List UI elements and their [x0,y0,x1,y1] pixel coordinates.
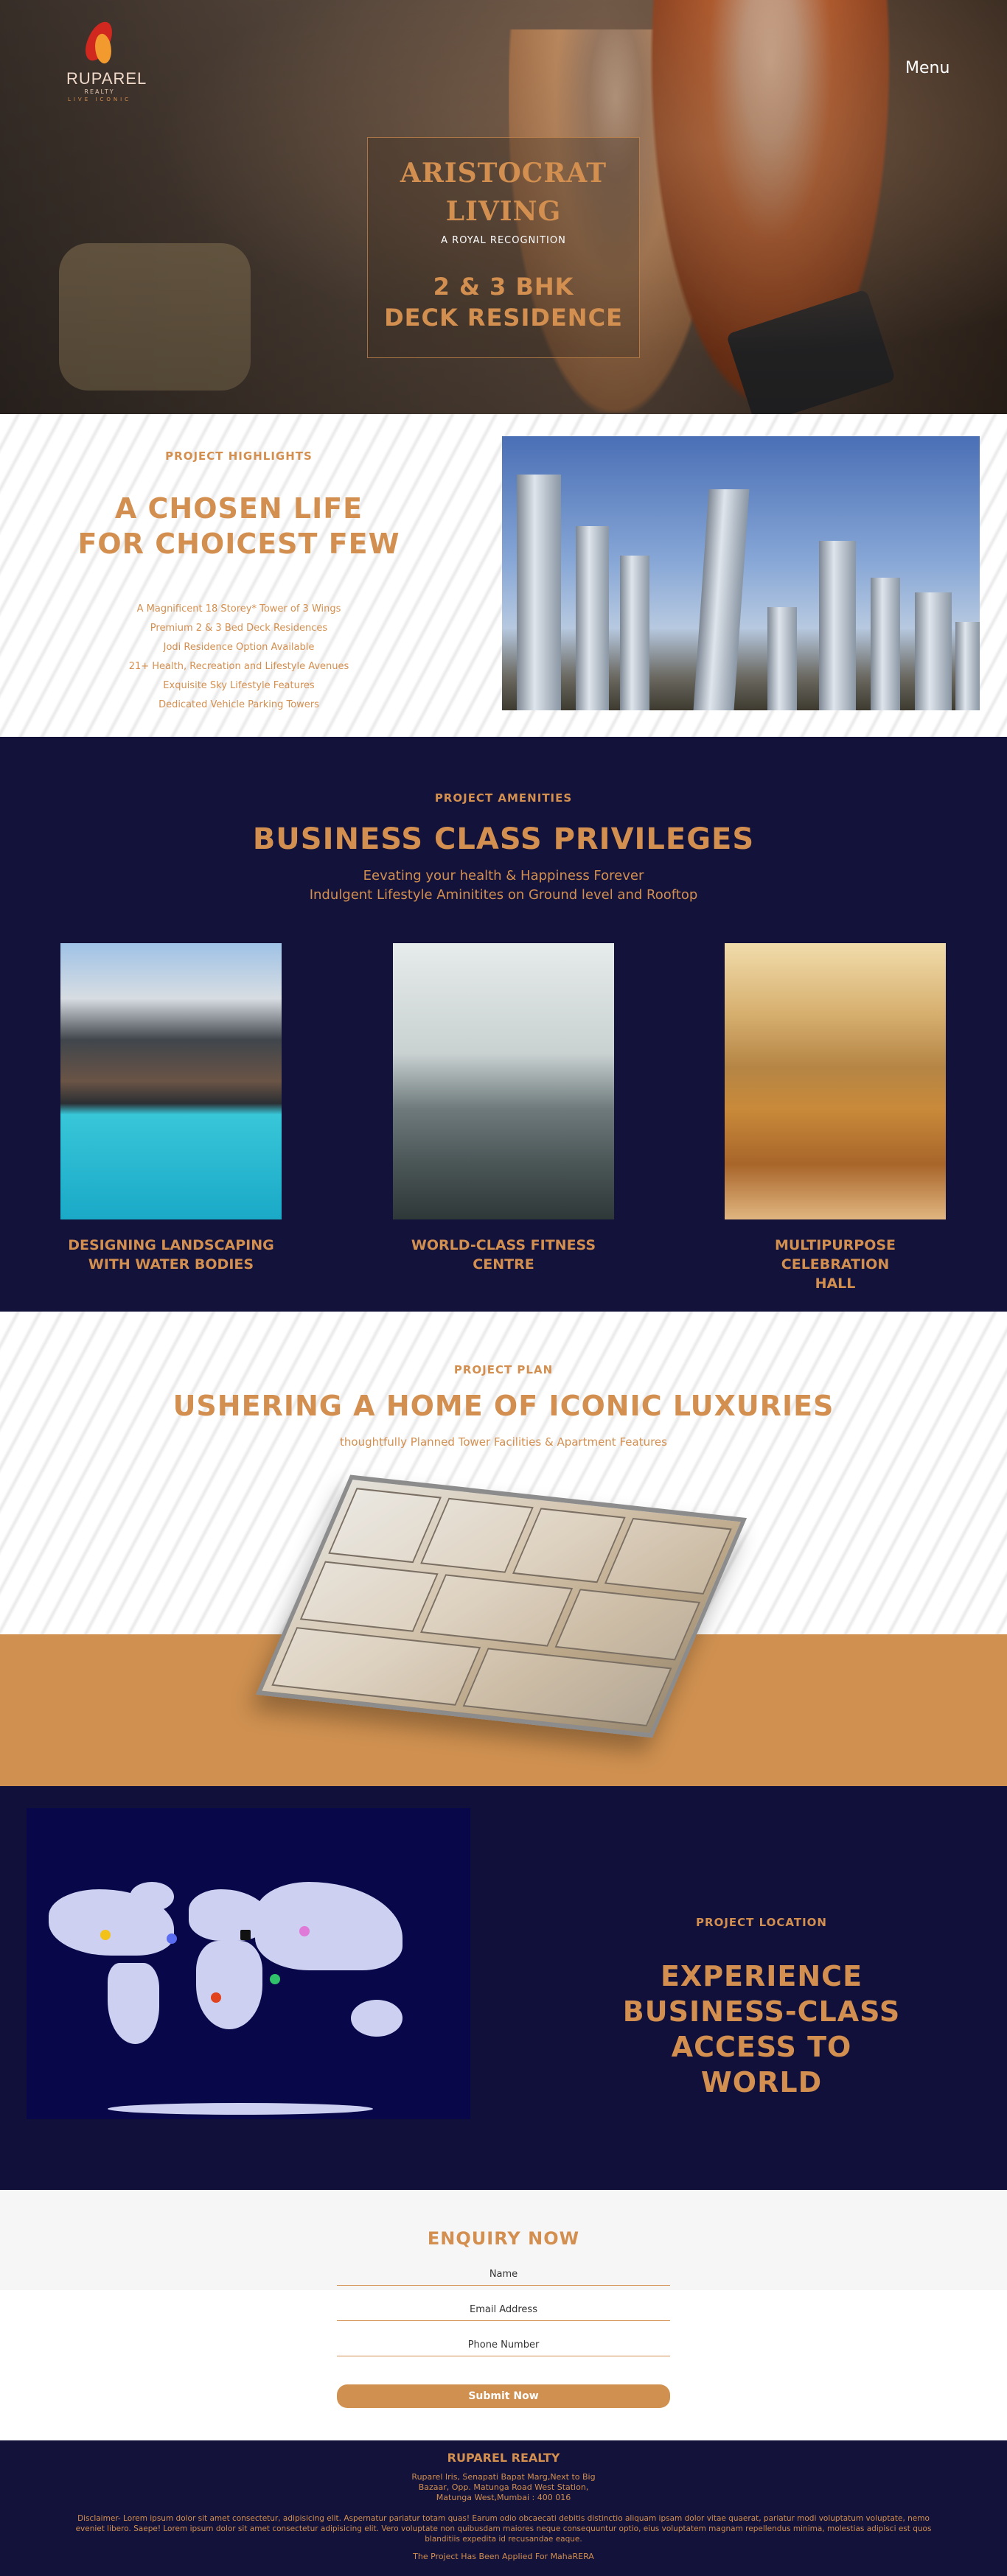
address-line: Matunga West,Mumbai : 400 016 [436,2493,571,2502]
amenity-card-fitness[interactable]: WORLD-CLASS FITNESS CENTRE [393,943,614,1274]
amenity-card-celebration-hall[interactable]: MULTIPURPOSE CELEBRATION HALL [725,943,946,1293]
flame-logo-icon [82,18,116,66]
amenity-title: WORLD-CLASS FITNESS CENTRE [393,1236,614,1274]
amenity-card-landscaping[interactable]: DESIGNING LANDSCAPING WITH WATER BODIES [60,943,282,1274]
amenity-title-line: DESIGNING LANDSCAPING [68,1237,274,1253]
brand-tagline: LIVE ICONIC [67,97,132,102]
submit-button[interactable]: Submit Now [337,2384,670,2408]
plan-section: PROJECT PLAN USHERING A HOME OF ICONIC L… [0,1312,1007,1786]
map-pin-icon[interactable] [299,1926,310,1936]
map-pin-icon[interactable] [211,1992,221,2003]
plan-subtitle: thoughtfully Planned Tower Facilities & … [340,1435,667,1449]
amenities-subtitle-2: Indulgent Lifestyle Aminitites on Ground… [309,887,698,903]
amenity-title-line: WITH WATER BODIES [88,1256,254,1273]
highlights-eyebrow: PROJECT HIGHLIGHTS [165,449,313,463]
amenities-subtitle-1: Eevating your health & Happiness Forever [363,868,644,883]
landscaping-image [60,943,282,1219]
highlights-title-line2: FOR CHOICEST FEW [77,528,400,560]
menu-button[interactable]: Menu [905,59,949,77]
brand-logo[interactable]: RUPAREL REALTY LIVE ICONIC [66,18,147,116]
address-line: Bazaar, Opp. Matunga Road West Station, [418,2482,589,2492]
hero-title-line2: LIVING [445,196,562,227]
skyline-image [502,436,980,710]
amenity-title-line: MULTIPURPOSE CELEBRATION [774,1237,896,1273]
highlight-item: Jodi Residence Option Available [163,642,315,653]
footer-address: Ruparel Iris, Senapati Bapat Marg,Next t… [0,2472,1007,2503]
location-title-line2: BUSINESS-CLASS [622,1995,901,2028]
home-icon[interactable] [240,1930,251,1940]
footer-rera-note: The Project Has Been Applied For MahaRER… [413,2552,594,2561]
plan-eyebrow: PROJECT PLAN [453,1363,554,1376]
amenity-title: DESIGNING LANDSCAPING WITH WATER BODIES [60,1236,282,1274]
celebration-hall-image [725,943,946,1219]
highlights-text: PROJECT HIGHLIGHTS A CHOSEN LIFE FOR CHO… [0,414,478,715]
amenity-title: MULTIPURPOSE CELEBRATION HALL [725,1236,946,1293]
hero-offer-line2: DECK RESIDENCE [384,304,623,332]
highlights-list: A Magnificent 18 Storey* Tower of 3 Wing… [0,600,478,715]
highlights-section: PROJECT HIGHLIGHTS A CHOSEN LIFE FOR CHO… [0,414,1007,737]
location-eyebrow: PROJECT LOCATION [696,1916,827,1929]
map-pin-icon[interactable] [167,1933,177,1944]
brand-sub: REALTY [84,88,115,95]
fitness-image [393,943,614,1219]
location-title-line3: ACCESS TO [671,2031,852,2063]
hero-section: RUPAREL REALTY LIVE ICONIC Menu ARISTOCR… [0,0,1007,414]
enquiry-title: ENQUIRY NOW [427,2228,580,2249]
location-text: PROJECT LOCATION EXPERIENCE BUSINESS-CLA… [516,1786,1007,2100]
hero-title-line1: ARISTOCRAT [400,158,607,189]
hero-subtitle: A ROYAL RECOGNITION [441,235,566,246]
footer: RUPAREL REALTY Ruparel Iris, Senapati Ba… [0,2440,1007,2576]
map-pin-icon[interactable] [270,1974,280,1984]
email-field[interactable]: Email Address [337,2299,670,2321]
footer-title: RUPAREL REALTY [447,2451,560,2465]
highlight-item: A Magnificent 18 Storey* Tower of 3 Wing… [136,603,341,615]
name-field[interactable]: Name [337,2264,670,2286]
location-title-line4: WORLD [700,2066,823,2099]
highlight-item: Dedicated Vehicle Parking Towers [158,699,319,710]
highlight-item: Premium 2 & 3 Bed Deck Residences [150,623,328,634]
brand-name: RUPAREL [66,69,147,88]
amenity-title-line: WORLD-CLASS FITNESS CENTRE [411,1237,596,1273]
hero-banner-box: ARISTOCRAT LIVING A ROYAL RECOGNITION 2 … [367,137,640,358]
location-section: PROJECT LOCATION EXPERIENCE BUSINESS-CLA… [0,1786,1007,2190]
location-title-line1: EXPERIENCE [660,1960,863,1992]
enquiry-section: ENQUIRY NOW Name Email Address Phone Num… [0,2190,1007,2440]
footer-disclaimer: Disclaimer- Lorem ipsum dolor sit amet c… [75,2514,932,2544]
amenity-title-line: HALL [815,1275,856,1292]
map-pin-icon[interactable] [100,1930,111,1940]
phone-field[interactable]: Phone Number [337,2334,670,2356]
address-line: Ruparel Iris, Senapati Bapat Marg,Next t… [411,2472,596,2482]
amenities-section: PROJECT AMENITIES BUSINESS CLASS PRIVILE… [0,737,1007,1312]
plan-title: USHERING A HOME OF ICONIC LUXURIES [173,1390,834,1422]
highlights-title-line1: A CHOSEN LIFE [114,492,363,525]
highlight-item: 21+ Health, Recreation and Lifestyle Ave… [128,661,349,672]
hero-offer-line1: 2 & 3 BHK [433,273,574,301]
amenities-title: BUSINESS CLASS PRIVILEGES [252,822,755,856]
highlight-item: Exquisite Sky Lifestyle Features [163,680,315,691]
amenities-eyebrow: PROJECT AMENITIES [434,791,573,805]
world-map[interactable] [27,1808,470,2119]
